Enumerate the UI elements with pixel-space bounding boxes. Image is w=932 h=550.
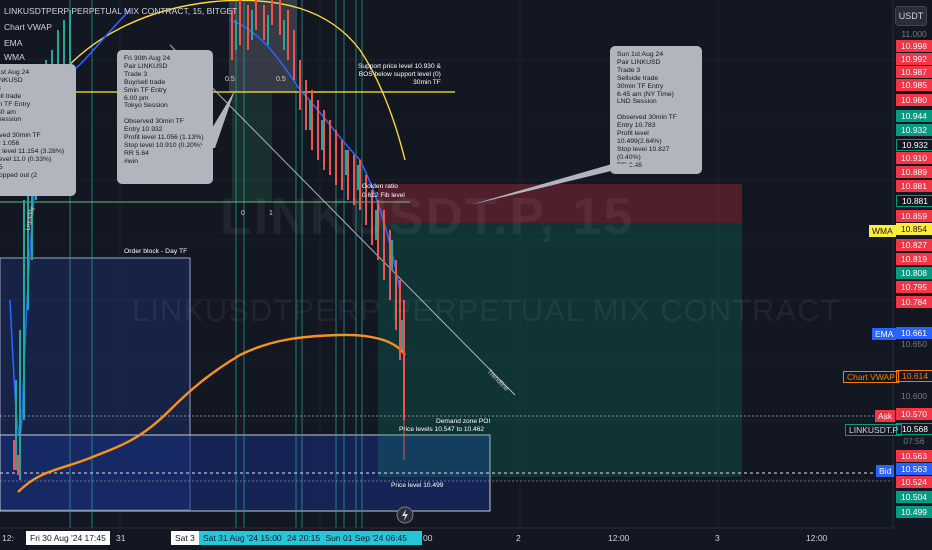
price-label: 10.859 bbox=[896, 210, 932, 222]
time-tick-6: 12:00 bbox=[806, 533, 828, 543]
price-label: 10.784 bbox=[896, 296, 932, 308]
range-start: Sat 31 Aug '24 15:00 bbox=[203, 533, 282, 543]
price-label: 10.570 bbox=[896, 408, 932, 420]
time-tick-5: 3 bbox=[715, 533, 720, 543]
ask-tag: Ask bbox=[875, 410, 896, 422]
ema-tag: EMA bbox=[872, 328, 897, 340]
price-label: 10.932 bbox=[896, 139, 932, 151]
price-label: 10.600 bbox=[901, 391, 927, 401]
demand-zone-label: Demand zone POI bbox=[436, 418, 491, 425]
price-label: 10.932 bbox=[896, 124, 932, 136]
price-label: 11.000 bbox=[901, 29, 927, 39]
price-level-label: Price level 10.499 bbox=[391, 482, 444, 489]
symbol-tag: LINKUSDT.P bbox=[845, 424, 903, 436]
price-label: 10.650 bbox=[901, 339, 927, 349]
support-label: Support price level 10.930 & BOS below s… bbox=[358, 63, 441, 86]
price-label: 10.524 bbox=[896, 476, 932, 488]
bid-tag: Bid bbox=[876, 465, 895, 477]
price-label: 10.819 bbox=[896, 253, 932, 265]
price-label: 10.910 bbox=[896, 152, 932, 164]
price-label: 10.881 bbox=[896, 180, 932, 192]
price-label: 10.980 bbox=[896, 94, 932, 106]
price-label: 10.889 bbox=[896, 166, 932, 178]
time-highlight-range: Sat 31 Aug '24 15:00 24 20:15 Sun 01 Sep… bbox=[199, 531, 422, 545]
price-label: 10.499 bbox=[896, 506, 932, 518]
range-end: Sun 01 Sep '24 06:45 bbox=[325, 533, 408, 543]
time-tick-4: 12:00 bbox=[608, 533, 630, 543]
time-tick-frag: 00 bbox=[423, 533, 433, 543]
price-label: 10.563 bbox=[896, 463, 932, 475]
price-label: 10.827 bbox=[896, 239, 932, 251]
price-label: 10.808 bbox=[896, 267, 932, 279]
price-label: 10.563 bbox=[896, 450, 932, 462]
fib-one-label: 1 bbox=[269, 210, 273, 217]
fib-half-label-2: 0.5 bbox=[276, 76, 286, 83]
note-pointers bbox=[200, 90, 640, 205]
price-label: 10.854 bbox=[896, 223, 932, 235]
fib-zero-label: 0 bbox=[241, 210, 245, 217]
price-label: 10.881 bbox=[896, 195, 932, 207]
wma-tag: WMA bbox=[869, 225, 896, 237]
price-label: 10.998 bbox=[896, 40, 932, 52]
fib-half-label-1: 0.5 bbox=[225, 76, 235, 83]
price-levels-label: Price levels 10.547 to 10.462 bbox=[399, 426, 485, 433]
price-label: 10.504 bbox=[896, 491, 932, 503]
golden-ratio-label: Golden ratio 0.612 Fib level bbox=[362, 183, 405, 199]
vwap-tag: Chart VWAP bbox=[843, 371, 899, 383]
order-block-label: Order block - Day TF bbox=[124, 248, 188, 255]
price-label: 10.987 bbox=[896, 66, 932, 78]
price-label: 10.614 bbox=[896, 370, 932, 382]
price-label: 07:56 bbox=[903, 436, 925, 446]
time-tick-2: 31 bbox=[116, 533, 126, 543]
time-tick-3: 2 bbox=[516, 533, 521, 543]
time-highlight-left: Fri 30 Aug '24 17:45 bbox=[26, 531, 110, 545]
time-tick-1: 12: bbox=[2, 533, 14, 543]
time-highlight-sat: Sat 3 bbox=[171, 531, 199, 545]
price-label: 10.992 bbox=[896, 53, 932, 65]
price-label: 10.944 bbox=[896, 110, 932, 122]
price-label: 10.985 bbox=[896, 79, 932, 91]
range-mid: 24 20:15 bbox=[287, 533, 321, 543]
price-label: 10.795 bbox=[896, 281, 932, 293]
